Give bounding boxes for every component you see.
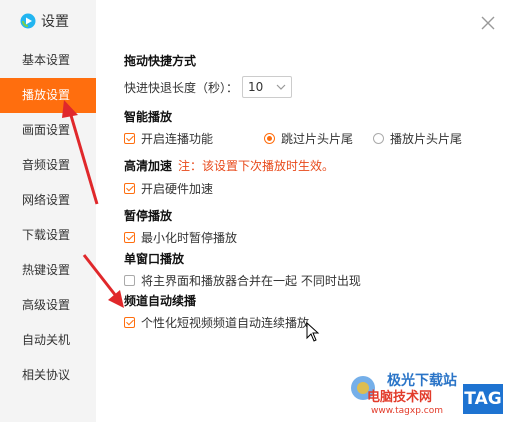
hd-note: 注：该设置下次播放时生效。 [178, 159, 335, 173]
sidebar-item-picture[interactable]: 画面设置 [0, 113, 96, 148]
sidebar-item-audio[interactable]: 音频设置 [0, 148, 96, 183]
channel-autoplay-option[interactable]: 个性化短视频频道自动连续播放 [124, 314, 309, 331]
settings-panel: 拖动快捷方式 快进快退长度（秒）： 10 智能播放 开启连播功能 跳过片头片尾 … [96, 0, 505, 422]
section-title-pause: 暂停播放 [124, 209, 173, 223]
app-title: 设置 [41, 14, 69, 30]
section-title-channel: 频道自动续播 [124, 294, 197, 308]
channel-autoplay-checkbox[interactable] [124, 317, 135, 328]
sidebar-item-download[interactable]: 下载设置 [0, 218, 96, 253]
pause-minimize-option[interactable]: 最小化时暂停播放 [124, 229, 237, 246]
seek-length-value: 10 [248, 80, 264, 94]
pause-minimize-label: 最小化时暂停播放 [141, 231, 238, 245]
merge-window-checkbox[interactable] [124, 275, 135, 286]
seek-length-label: 快进快退长度（秒）： [124, 80, 239, 95]
pause-minimize-checkbox[interactable] [124, 232, 135, 243]
continuous-play-label: 开启连播功能 [141, 132, 214, 146]
play-intro-option[interactable]: 播放片头片尾 [373, 130, 462, 147]
hw-accel-checkbox[interactable] [124, 183, 135, 194]
video-logo-icon [20, 13, 36, 29]
watermark-url: www.tagxp.com [371, 406, 443, 416]
merge-window-option[interactable]: 将主界面和播放器合并在一起 不同时出现 [124, 272, 361, 289]
sidebar-item-agreements[interactable]: 相关协议 [0, 358, 96, 393]
skip-intro-label: 跳过片头片尾 [281, 132, 354, 146]
play-intro-radio[interactable] [373, 133, 384, 144]
sidebar: 设置 基本设置 播放设置 画面设置 音频设置 网络设置 下载设置 热键设置 高级… [0, 0, 96, 422]
merge-window-label: 将主界面和播放器合并在一起 不同时出现 [141, 274, 361, 288]
sidebar-item-playback[interactable]: 播放设置 [0, 78, 96, 113]
channel-autoplay-label: 个性化短视频频道自动连续播放 [141, 316, 310, 330]
section-title-smart: 智能播放 [124, 110, 173, 124]
seek-length-row: 快进快退长度（秒）： 10 [124, 76, 293, 98]
sidebar-item-basic[interactable]: 基本设置 [0, 43, 96, 78]
mouse-cursor-icon [306, 322, 320, 342]
skip-intro-option[interactable]: 跳过片头片尾 [264, 130, 353, 147]
sidebar-item-advanced[interactable]: 高级设置 [0, 288, 96, 323]
sidebar-item-network[interactable]: 网络设置 [0, 183, 96, 218]
continuous-play-checkbox[interactable] [124, 133, 135, 144]
skip-intro-radio[interactable] [264, 133, 275, 144]
section-title-drag: 拖动快捷方式 [124, 54, 197, 68]
hw-accel-option[interactable]: 开启硬件加速 [124, 180, 213, 197]
continuous-play-option[interactable]: 开启连播功能 [124, 130, 213, 147]
seek-length-select[interactable]: 10 [242, 76, 293, 98]
watermark-tag: TAG [463, 384, 503, 414]
play-intro-label: 播放片头片尾 [390, 132, 463, 146]
app-header: 设置 [20, 9, 69, 33]
hd-title: 高清加速 [124, 159, 173, 173]
sidebar-item-hotkeys[interactable]: 热键设置 [0, 253, 96, 288]
chevron-down-icon [276, 84, 286, 90]
watermark: 极光下载站 电脑技术网 www.tagxp.com TAG [345, 370, 505, 422]
sidebar-item-auto-shutdown[interactable]: 自动关机 [0, 323, 96, 358]
sidebar-nav: 基本设置 播放设置 画面设置 音频设置 网络设置 下载设置 热键设置 高级设置 … [0, 43, 96, 393]
section-title-single: 单窗口播放 [124, 252, 185, 266]
section-title-hd: 高清加速 注：该设置下次播放时生效。 [124, 157, 334, 174]
hw-accel-label: 开启硬件加速 [141, 182, 214, 196]
watermark-line2: 电脑技术网 [367, 390, 433, 405]
